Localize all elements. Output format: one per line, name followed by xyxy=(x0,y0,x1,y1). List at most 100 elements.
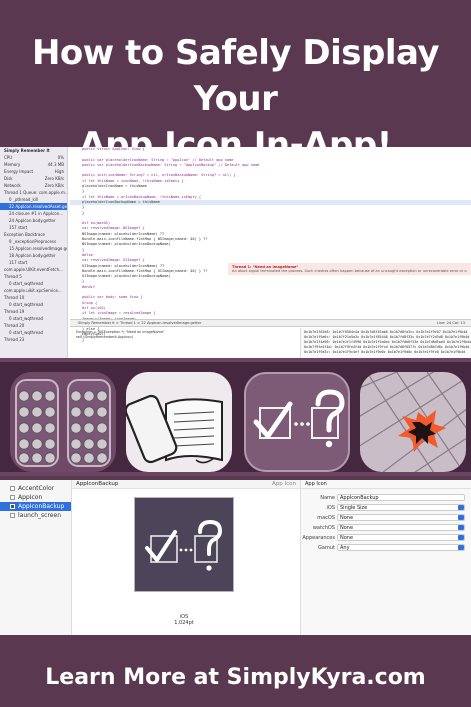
thread-row[interactable]: Thread 10 xyxy=(0,294,67,301)
inspector-popup[interactable]: Single Size xyxy=(337,504,465,511)
emoji-face xyxy=(31,452,43,464)
emoji-face xyxy=(83,406,95,418)
gauge-row[interactable]: Network Zero KB/s xyxy=(0,182,67,189)
thread-row[interactable]: 18 AppIcon.body.getter xyxy=(0,252,67,259)
inspector-popup[interactable]: None xyxy=(337,524,465,531)
error-banner[interactable]: Thread 1: "Need an imageName" An abort s… xyxy=(228,263,471,275)
icon-image-well[interactable] xyxy=(134,497,234,592)
inspector-field-label: Gamut xyxy=(318,545,335,551)
inspector-field-label: Name xyxy=(320,495,335,501)
thread-row[interactable]: 0 start_wqthread xyxy=(0,329,67,336)
thread-row[interactable]: 15 AppIcon.resolvedImage.getter xyxy=(0,245,67,252)
thread-row[interactable]: 117 start xyxy=(0,259,67,266)
gauge-label: CPU xyxy=(4,155,13,160)
thread-row[interactable]: Thread 19 xyxy=(0,308,67,315)
asset-catalog-editor: AccentColor AppIcon AppIconBackup launch_sc… xyxy=(0,480,471,635)
thread-row[interactable]: 0 start_wqthread xyxy=(0,301,67,308)
emoji-face xyxy=(18,390,30,402)
emoji-face xyxy=(44,422,56,434)
emoji-face xyxy=(70,452,82,464)
emoji-face xyxy=(44,390,56,402)
thread-row[interactable]: 24 AppIcon.body.getter xyxy=(0,217,67,224)
gauge-label: Disk xyxy=(4,176,13,181)
emoji-face xyxy=(18,406,30,418)
emoji-face xyxy=(44,406,56,418)
asset-list-item[interactable]: AccentColor xyxy=(0,484,71,493)
debug-gauges: CPU 0% Memory 44.3 MB Energy Impact High Disk Z… xyxy=(0,154,67,189)
title-line-1: How to Safely Display Your xyxy=(31,33,440,119)
inspector-field-label: iOS xyxy=(326,505,336,511)
asset-list: AccentColor AppIcon AppIconBackup launch_sc… xyxy=(0,480,72,635)
memory-view[interactable]: 0x1b7e1f63d8: 0x1b7f0584c4a 0x1b7d8f45ab… xyxy=(300,328,471,358)
emoji-face xyxy=(44,452,56,464)
line-col-indicator: Line: 24 Col: 13 xyxy=(436,321,465,325)
thread-row[interactable]: Thread 1 Queue: com.apple.m... xyxy=(0,189,67,196)
gauge-row[interactable]: Disk Zero KB/s xyxy=(0,175,67,182)
asset-type-heading: App Icon xyxy=(272,481,296,487)
emoji-face xyxy=(83,438,95,450)
thread-row[interactable]: 0 _pthread_kill xyxy=(0,196,67,203)
thread-row[interactable]: 24 closure #1 in AppIcon... xyxy=(0,210,67,217)
variables-view[interactable]: Exception = (NSException *) "Need an ima… xyxy=(70,328,300,358)
inspector-popup[interactable]: None xyxy=(337,514,465,521)
gauge-row[interactable]: Energy Impact High xyxy=(0,168,67,175)
asset-name-heading: AppIconBackup xyxy=(76,481,119,487)
emoji-face xyxy=(31,390,43,402)
asset-detail-header: AppIconBackup App Icon xyxy=(72,480,300,489)
emoji-face xyxy=(83,452,95,464)
debug-jump-bar[interactable]: Simply Remember It > Thread 1 > 22 AppIc… xyxy=(70,319,471,327)
inspector-field: Name AppIconBackup xyxy=(301,494,471,503)
inspector-title: App Icon xyxy=(301,480,471,489)
thread-row[interactable]: com.apple.UIKit.eventFetch... xyxy=(0,266,67,273)
thread-row[interactable]: 0 start_wqthread xyxy=(0,315,67,322)
asset-detail: AppIconBackup App Icon iOS 1,024pt xyxy=(72,480,300,635)
thread-row[interactable]: com.apple.uikit.xpcService... xyxy=(0,287,67,294)
thread-row[interactable]: Thread 20 xyxy=(0,322,67,329)
source-editor[interactable]: public struct AppIcon: View { public var… xyxy=(70,147,471,342)
thread-row[interactable]: Thread 5 xyxy=(0,273,67,280)
asset-list-item[interactable]: AppIcon xyxy=(0,493,71,502)
asset-icon xyxy=(10,513,15,518)
emoji-face xyxy=(70,422,82,434)
asset-list-item[interactable]: AppIconBackup xyxy=(0,502,71,511)
asset-icon xyxy=(10,504,15,509)
inspector-popup[interactable]: None xyxy=(337,534,465,541)
emoji-face xyxy=(83,390,95,402)
gauge-row[interactable]: CPU 0% xyxy=(0,154,67,161)
gauge-row[interactable]: Memory 44.3 MB xyxy=(0,161,67,168)
thread-row[interactable]: 9 _exceptionPreprocess xyxy=(0,238,67,245)
attributes-inspector: App Icon Name AppIconBackup iOS Single Size… xyxy=(300,480,471,635)
error-detail: An abort signal terminated the process. … xyxy=(232,269,467,273)
asset-list-label: AccentColor xyxy=(18,485,55,492)
inspector-field: Appearances None xyxy=(301,534,471,543)
debug-navigator-app[interactable]: Simply Remember It xyxy=(0,147,67,154)
gauge-value: High xyxy=(54,169,64,174)
emoji-face xyxy=(31,438,43,450)
inspector-field: watchOS None xyxy=(301,524,471,533)
emoji-face xyxy=(96,422,108,434)
emoji-face xyxy=(18,452,30,464)
emoji-face xyxy=(96,438,108,450)
inspector-field: Gamut Any xyxy=(301,544,471,553)
jump-bar-path: Simply Remember It > Thread 1 > 22 AppIc… xyxy=(78,321,202,325)
asset-list-label: AppIconBackup xyxy=(18,503,65,510)
inspector-text-field[interactable]: AppIconBackup xyxy=(337,494,465,501)
asset-icon xyxy=(10,495,15,500)
asset-icon xyxy=(10,486,15,491)
check-question-app-icon xyxy=(244,372,350,472)
thread-row[interactable]: Thread 23 xyxy=(0,336,67,343)
emoji-face xyxy=(96,406,108,418)
thread-row[interactable]: 157 start xyxy=(0,224,67,231)
debug-navigator: Simply Remember It CPU 0% Memory 44.3 MB Ene… xyxy=(0,147,68,358)
variable-row[interactable]: self (SimplyRememberIt.AppIcon) xyxy=(76,335,294,340)
asset-list-item[interactable]: launch_screen xyxy=(0,511,71,520)
inspector-popup[interactable]: Any xyxy=(337,544,465,551)
inspector-field: iOS Single Size xyxy=(301,504,471,513)
thread-row[interactable]: Exception Backtrace xyxy=(0,231,67,238)
thread-row[interactable]: 0 start_wqthread xyxy=(0,280,67,287)
thread-list: Thread 1 Queue: com.apple.m... 0 _pthread… xyxy=(0,189,67,343)
thread-row[interactable]: 22 AppIcon.resolvedAsset.getter xyxy=(0,203,67,210)
inspector-field-label: macOS xyxy=(317,515,335,521)
app-icon-strip xyxy=(0,358,471,476)
emoji-face xyxy=(18,422,30,434)
